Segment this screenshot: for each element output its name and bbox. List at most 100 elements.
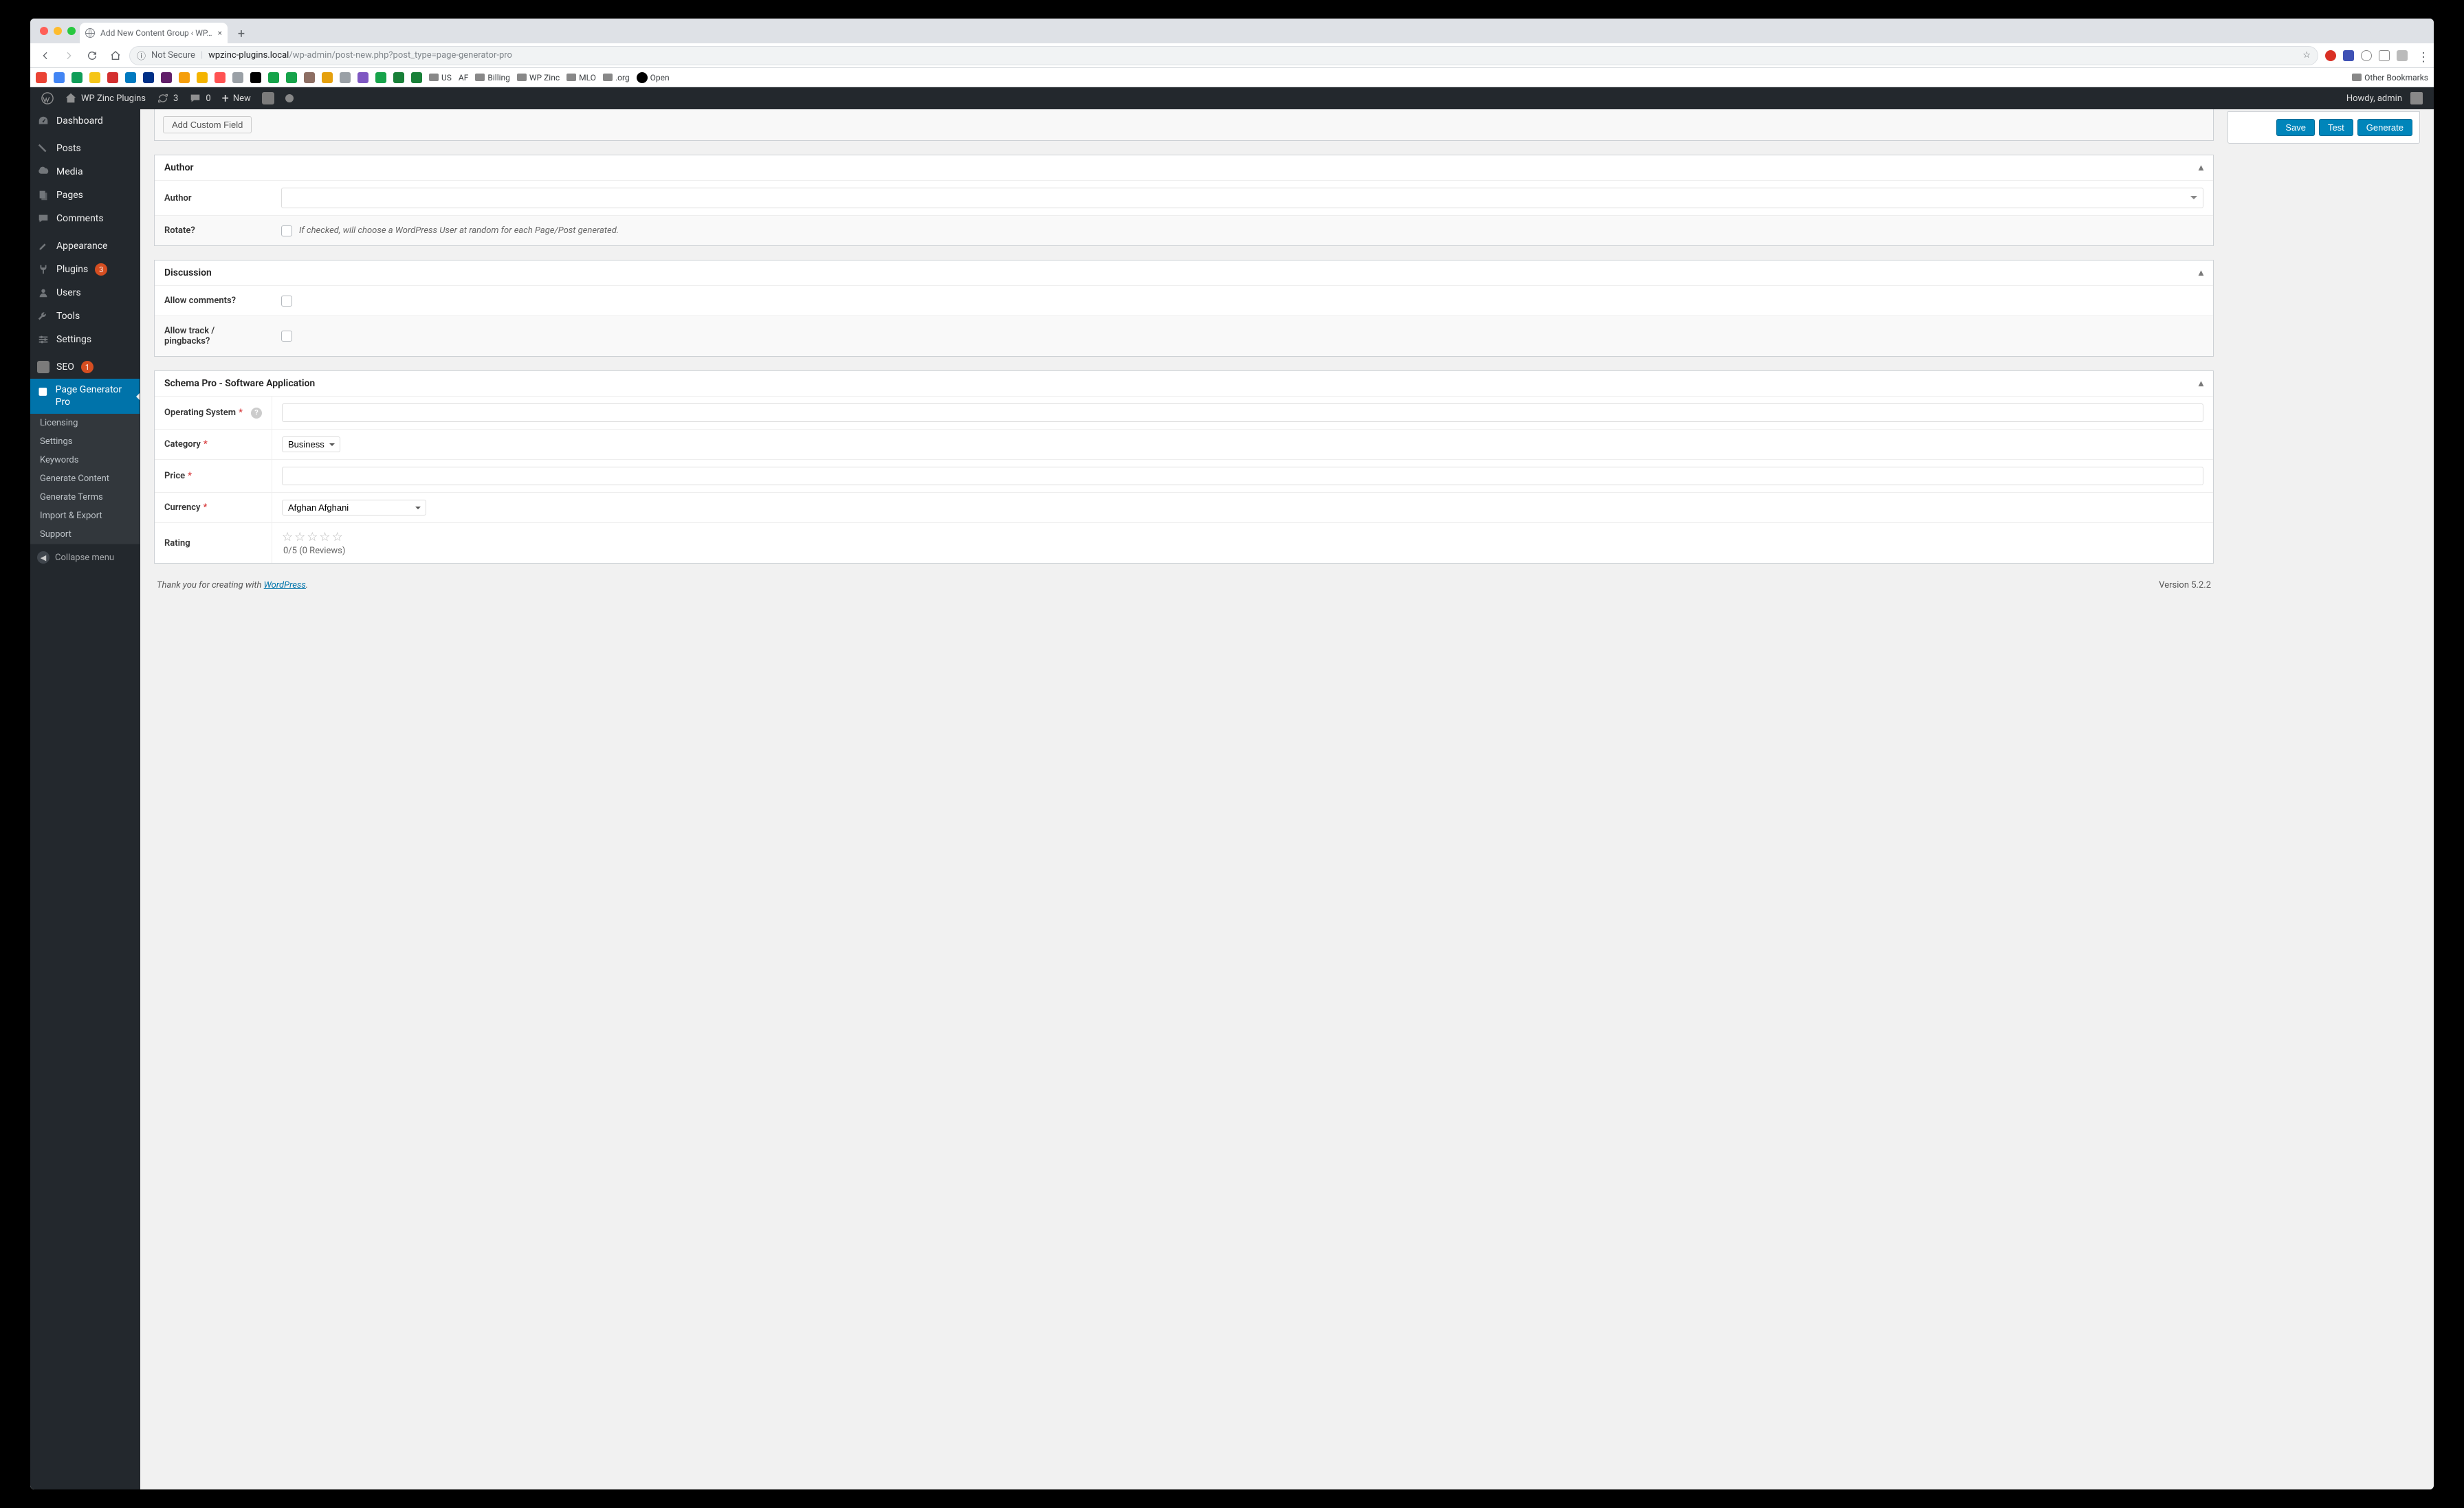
bookmark-item[interactable] — [322, 72, 333, 83]
bookmark-item[interactable]: .org — [603, 73, 630, 82]
bookmark-item[interactable] — [125, 72, 136, 83]
menu-dashboard[interactable]: Dashboard — [30, 109, 140, 133]
generate-button[interactable]: Generate — [2357, 119, 2412, 136]
comments-menu[interactable]: 0 — [184, 87, 216, 109]
bookmark-item[interactable] — [375, 72, 386, 83]
ext-icon[interactable] — [2325, 50, 2336, 61]
submenu-item[interactable]: Keywords — [30, 451, 140, 469]
bookmark-item[interactable] — [411, 72, 422, 83]
currency-select[interactable]: Afghan Afghani — [282, 500, 426, 515]
help-icon[interactable]: ? — [251, 408, 262, 419]
home-button[interactable] — [106, 46, 125, 65]
menu-plugins[interactable]: Plugins3 — [30, 258, 140, 281]
menu-pages[interactable]: Pages — [30, 184, 140, 207]
star-icon[interactable]: ☆ — [282, 530, 293, 544]
bookmark-item[interactable] — [36, 72, 47, 83]
menu-seo[interactable]: SEO1 — [30, 355, 140, 379]
bookmark-item[interactable] — [107, 72, 118, 83]
close-window-button[interactable] — [40, 27, 48, 35]
rotate-checkbox[interactable] — [281, 225, 292, 236]
bookmark-item[interactable] — [340, 72, 351, 83]
star-icon[interactable]: ☆ — [319, 530, 330, 544]
reload-button[interactable] — [82, 46, 102, 65]
discussion-box-header[interactable]: Discussion▴ — [155, 260, 2213, 286]
test-button[interactable]: Test — [2319, 119, 2353, 136]
menu-appearance[interactable]: Appearance — [30, 234, 140, 258]
bookmark-item[interactable]: Open — [637, 72, 670, 83]
menu-media[interactable]: Media — [30, 160, 140, 184]
schema-pro-header[interactable]: Schema Pro - Software Application▴ — [155, 371, 2213, 397]
bookmark-star-icon[interactable]: ☆ — [2302, 50, 2311, 60]
bookmark-item[interactable] — [197, 72, 208, 83]
toggle-icon[interactable]: ▴ — [2199, 267, 2203, 278]
menu-comments[interactable]: Comments — [30, 207, 140, 230]
tab-close-icon[interactable]: × — [218, 28, 222, 38]
author-select[interactable] — [281, 188, 2203, 208]
star-icon[interactable]: ☆ — [307, 530, 318, 544]
status-item[interactable] — [280, 87, 299, 109]
bookmark-item[interactable] — [250, 72, 261, 83]
updates-menu[interactable]: 3 — [151, 87, 184, 109]
other-bookmarks[interactable]: Other Bookmarks — [2352, 73, 2428, 82]
submenu-item[interactable]: Import & Export — [30, 507, 140, 525]
add-custom-field-button[interactable]: Add Custom Field — [163, 116, 252, 133]
menu-posts[interactable]: Posts — [30, 137, 140, 160]
address-bar[interactable]: ⓘ Not Secure | wpzinc-plugins.local/wp-a… — [129, 46, 2318, 65]
menu-page-generator-pro[interactable]: Page Generator Pro — [30, 379, 140, 414]
allow-comments-checkbox[interactable] — [281, 296, 292, 307]
yoast-menu[interactable] — [256, 87, 280, 109]
submenu-item[interactable]: Settings — [30, 432, 140, 451]
bookmark-item[interactable] — [89, 72, 100, 83]
allow-pingbacks-checkbox[interactable] — [281, 331, 292, 342]
bookmark-item[interactable] — [286, 72, 297, 83]
site-info-icon[interactable]: ⓘ — [137, 49, 146, 62]
submenu-item[interactable]: Generate Content — [30, 469, 140, 488]
maximize-window-button[interactable] — [67, 27, 76, 35]
category-select[interactable]: Business — [282, 436, 340, 452]
os-input[interactable] — [282, 403, 2203, 422]
bookmark-item[interactable] — [214, 72, 226, 83]
star-icon[interactable]: ☆ — [332, 530, 343, 544]
bookmark-item[interactable] — [268, 72, 279, 83]
toggle-icon[interactable]: ▴ — [2199, 378, 2203, 389]
menu-users[interactable]: Users — [30, 281, 140, 304]
new-content-menu[interactable]: + New — [217, 87, 256, 109]
bookmark-item[interactable]: MLO — [566, 73, 596, 82]
collapse-menu-button[interactable]: ◀Collapse menu — [30, 544, 140, 570]
price-input[interactable] — [282, 467, 2203, 485]
wp-logo-menu[interactable] — [36, 87, 59, 109]
save-button[interactable]: Save — [2276, 119, 2315, 136]
bookmark-item[interactable] — [143, 72, 154, 83]
rating-stars[interactable]: ☆ ☆ ☆ ☆ ☆ — [282, 530, 2203, 544]
bookmark-item[interactable]: US — [429, 73, 452, 82]
ext-icon[interactable] — [2343, 50, 2354, 61]
bookmark-item[interactable] — [304, 72, 315, 83]
bookmark-item[interactable]: WP Zinc — [517, 73, 560, 82]
submenu-item[interactable]: Support — [30, 525, 140, 544]
author-box-header[interactable]: Author▴ — [155, 155, 2213, 181]
profile-avatar[interactable] — [2397, 50, 2408, 61]
bookmark-item[interactable] — [54, 72, 65, 83]
bookmark-item[interactable] — [72, 72, 82, 83]
ext-icon[interactable] — [2379, 50, 2390, 61]
submenu-item[interactable]: Generate Terms — [30, 488, 140, 507]
forward-button[interactable] — [59, 46, 78, 65]
site-name-menu[interactable]: WP Zinc Plugins — [59, 87, 151, 109]
ext-icon[interactable] — [2361, 50, 2372, 61]
bookmark-item[interactable] — [232, 72, 243, 83]
submenu-item[interactable]: Licensing — [30, 414, 140, 432]
minimize-window-button[interactable] — [54, 27, 62, 35]
chrome-menu-icon[interactable]: ⋮ — [2414, 50, 2426, 61]
toggle-icon[interactable]: ▴ — [2199, 162, 2203, 173]
bookmark-item[interactable]: AF — [459, 73, 468, 82]
menu-tools[interactable]: Tools — [30, 304, 140, 328]
bookmark-item[interactable] — [179, 72, 190, 83]
star-icon[interactable]: ☆ — [294, 530, 305, 544]
bookmark-item[interactable] — [161, 72, 172, 83]
bookmark-item[interactable]: Billing — [475, 73, 510, 82]
wordpress-link[interactable]: WordPress — [264, 580, 306, 590]
bookmark-item[interactable] — [358, 72, 368, 83]
menu-settings[interactable]: Settings — [30, 328, 140, 351]
account-menu[interactable]: Howdy, admin — [2341, 92, 2428, 104]
back-button[interactable] — [36, 46, 55, 65]
